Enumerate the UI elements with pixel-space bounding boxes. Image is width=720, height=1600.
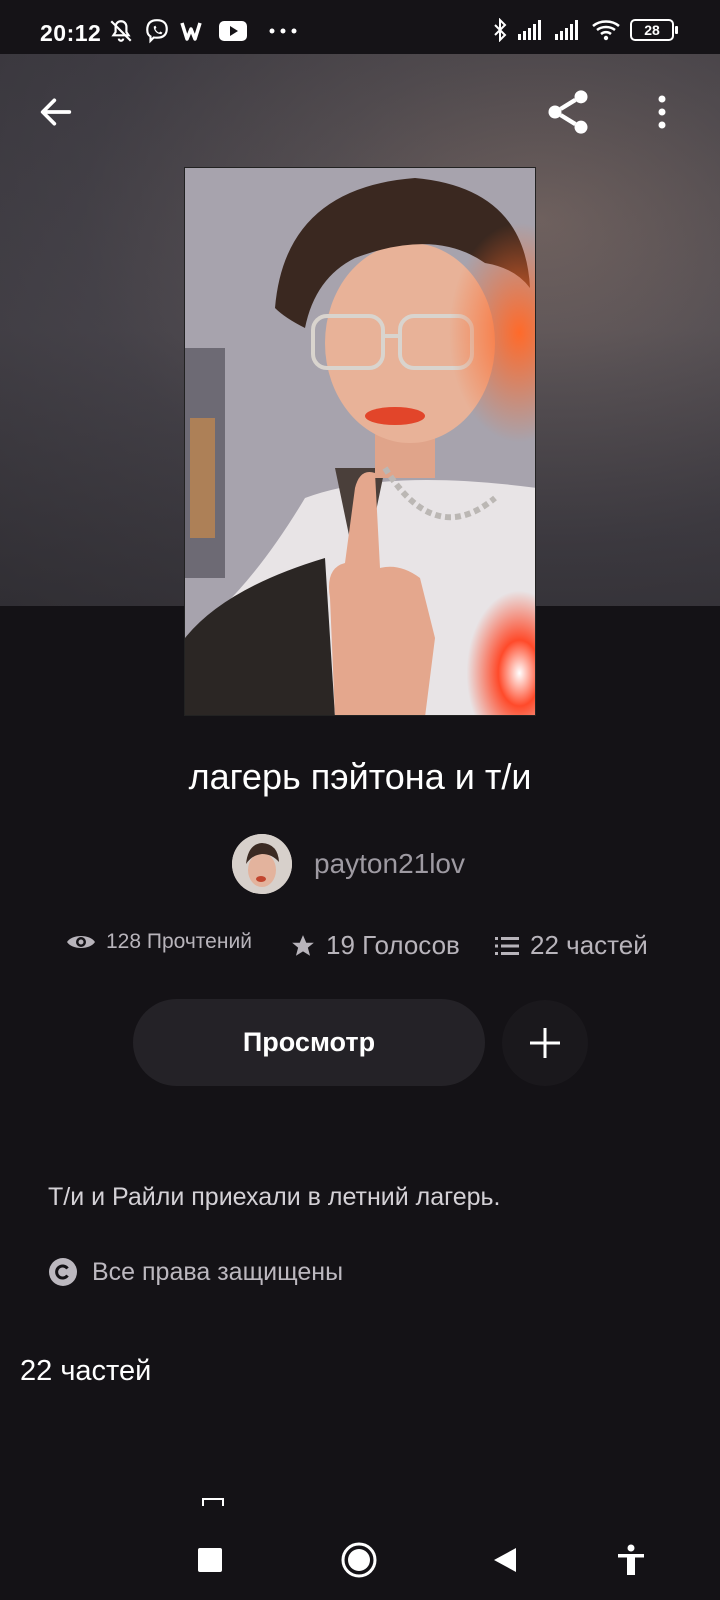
system-nav-bar [0, 1510, 720, 1600]
copyright-label: Все права защищены [92, 1257, 344, 1286]
recents-button[interactable] [180, 1530, 240, 1590]
youtube-icon [219, 21, 247, 41]
signal-icon [555, 20, 578, 40]
status-bar: 20:12 28 [0, 0, 720, 54]
story-description: Т/и и Райли приехали в летний лагерь. [48, 1183, 501, 1211]
status-icons-right: 28 [492, 18, 678, 42]
status-time: 20:12 [40, 20, 102, 46]
home-button[interactable] [329, 1530, 389, 1590]
eye-icon [67, 936, 95, 948]
avatar [232, 834, 292, 894]
parts-count: 22 частей [530, 930, 648, 960]
w-app-icon [180, 22, 202, 41]
list-icon [495, 936, 519, 955]
author-name: payton21lov [314, 848, 466, 879]
more-options-button[interactable] [650, 86, 674, 138]
add-to-library-button[interactable] [502, 1000, 588, 1086]
partial-element [202, 1498, 224, 1506]
reads-stat: 128 Прочтений [66, 930, 252, 954]
cover-illustration [185, 168, 535, 715]
battery-level: 28 [644, 22, 660, 38]
notifications-off-icon [110, 20, 132, 42]
back-triangle-icon [494, 1548, 516, 1572]
more-vertical-icon [658, 95, 666, 129]
votes-stat: 19 Голосов [290, 930, 460, 961]
copyright-icon [49, 1258, 77, 1286]
home-circle-icon [341, 1542, 377, 1578]
bluetooth-icon [494, 18, 507, 42]
more-dots-icon [269, 28, 297, 34]
avatar-image [232, 834, 292, 894]
accessibility-button[interactable] [601, 1530, 661, 1590]
copyright-info: Все права защищены [48, 1257, 343, 1287]
parts-stat: 22 частей [494, 930, 648, 961]
story-stats: 128 Прочтений 19 Голосов 22 частей [0, 930, 720, 970]
arrow-left-icon [40, 98, 72, 126]
wifi-icon [592, 20, 620, 41]
read-button[interactable]: Просмотр [133, 999, 485, 1086]
author-link[interactable]: payton21lov [232, 834, 465, 894]
share-icon [548, 90, 588, 134]
reads-count: 128 Прочтений [106, 930, 252, 953]
recents-square-icon [198, 1548, 222, 1572]
signal-icon [518, 20, 541, 40]
back-nav-button[interactable] [475, 1530, 535, 1590]
share-button[interactable] [538, 82, 598, 142]
star-icon [292, 934, 314, 956]
votes-count: 19 Голосов [326, 930, 460, 960]
plus-icon [530, 1028, 560, 1058]
viber-icon [146, 19, 168, 44]
status-icons-left [108, 18, 298, 44]
story-title: лагерь пэйтона и т/и [188, 756, 532, 797]
parts-heading: 22 частей [20, 1355, 152, 1387]
story-cover-image[interactable] [184, 167, 536, 716]
accessibility-icon [618, 1544, 644, 1575]
battery-icon: 28 [630, 19, 678, 41]
back-button[interactable] [30, 86, 82, 138]
